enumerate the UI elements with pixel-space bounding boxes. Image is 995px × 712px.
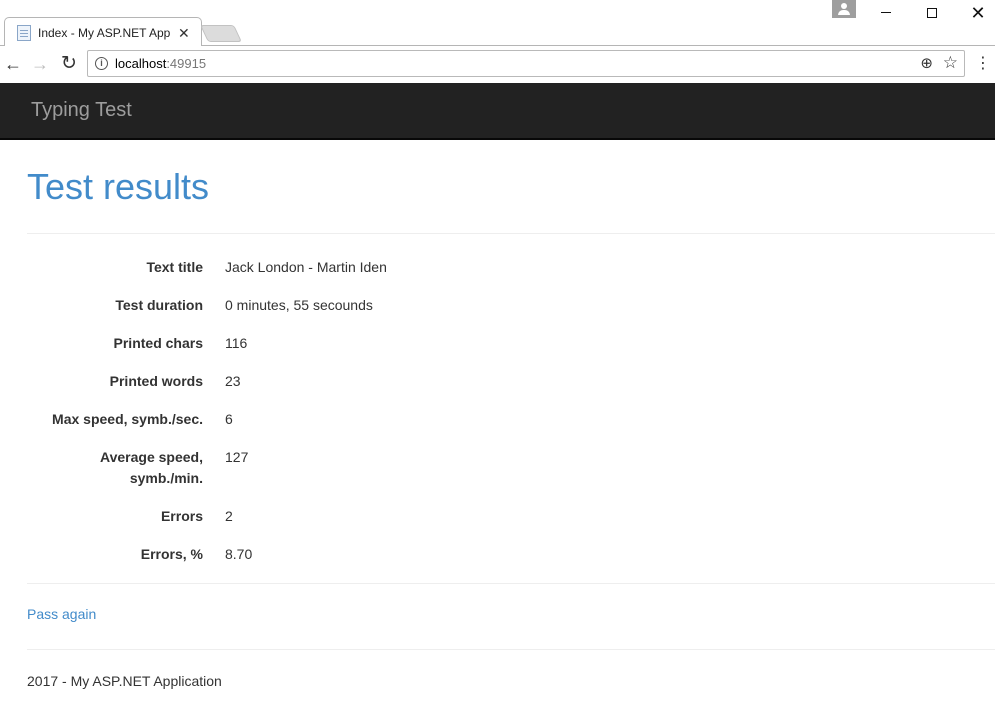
result-value: 6: [225, 411, 233, 427]
browser-tab[interactable]: Index - My ASP.NET App ✕: [4, 17, 202, 47]
result-value: 116: [225, 335, 248, 351]
profile-icon[interactable]: [832, 0, 856, 18]
page-favicon-icon: [17, 24, 31, 41]
footer-copyright: 2017 - My ASP.NET Application: [27, 673, 222, 689]
reload-icon[interactable]: ↻: [57, 52, 81, 76]
back-arrow-icon[interactable]: ←: [1, 52, 25, 76]
tab-close-icon[interactable]: ✕: [178, 26, 190, 40]
result-label: Test duration: [115, 297, 203, 313]
result-value: 23: [225, 373, 241, 389]
navbar-brand[interactable]: Typing Test: [31, 99, 132, 122]
result-value: 2: [225, 508, 233, 524]
url-text[interactable]: localhost:49915: [115, 56, 206, 71]
result-label: Average speed, symb./min.: [100, 449, 203, 486]
site-navbar: Typing Test: [0, 83, 995, 140]
site-info-icon[interactable]: i: [95, 57, 108, 70]
browser-tabstrip: Index - My ASP.NET App ✕ ✕: [0, 0, 995, 47]
result-row-printed-chars: Printed chars 116: [27, 333, 967, 354]
result-row-test-duration: Test duration 0 minutes, 55 secounds: [27, 295, 967, 316]
result-label: Max speed, symb./sec.: [52, 411, 203, 427]
maximize-button[interactable]: [917, 2, 947, 24]
result-value: 127: [225, 449, 249, 465]
address-bar[interactable]: i localhost:49915 ⊕ ☆: [87, 50, 965, 77]
pass-again-link[interactable]: Pass again: [27, 606, 96, 622]
page-title: Test results: [27, 166, 210, 207]
result-label: Errors, %: [140, 546, 203, 562]
result-value: Jack London - Martin Iden: [225, 259, 387, 275]
result-row-max-speed: Max speed, symb./sec. 6: [27, 409, 967, 430]
result-value: 0 minutes, 55 secounds: [225, 297, 373, 313]
result-row-printed-words: Printed words 23: [27, 371, 967, 392]
result-row-errors: Errors 2: [27, 506, 967, 527]
result-label: Printed words: [109, 373, 203, 389]
footer-divider: [27, 649, 995, 650]
result-value: 8.70: [225, 546, 253, 562]
bookmark-star-icon[interactable]: ☆: [943, 53, 958, 73]
tab-title: Index - My ASP.NET App: [38, 25, 171, 40]
result-label: Errors: [160, 508, 203, 524]
minimize-button[interactable]: [871, 2, 901, 24]
browser-menu-icon[interactable]: ⋮: [975, 54, 991, 74]
zoom-icon[interactable]: ⊕: [920, 54, 933, 72]
divider: [27, 233, 995, 234]
result-label: Text title: [146, 259, 203, 275]
browser-toolbar: ← → ↻ i localhost:49915 ⊕ ☆ ⋮: [0, 46, 995, 83]
result-row-text-title: Text title Jack London - Martin Iden: [27, 257, 967, 278]
result-row-errors-percent: Errors, % 8.70: [27, 544, 967, 565]
results-list: Text title Jack London - Martin Iden Tes…: [27, 257, 967, 582]
close-window-button[interactable]: ✕: [963, 2, 993, 24]
forward-arrow-icon[interactable]: →: [28, 52, 52, 76]
result-row-average-speed: Average speed, symb./min. 127: [27, 447, 967, 489]
new-tab-button[interactable]: [200, 25, 242, 42]
result-label: Printed chars: [113, 335, 203, 351]
divider: [27, 583, 995, 584]
